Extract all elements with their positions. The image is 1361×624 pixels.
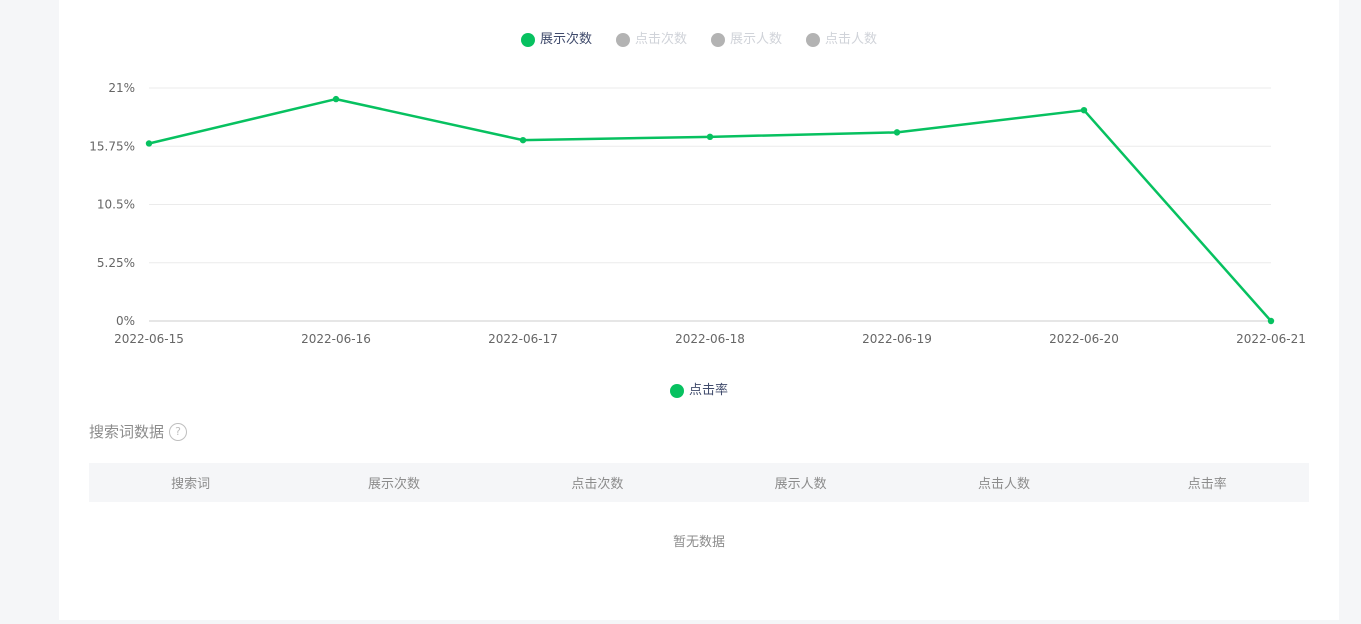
x-tick-label: 2022-06-18 bbox=[675, 332, 745, 346]
table-header: 搜索词 展示次数 点击次数 展示人数 点击人数 点击率 bbox=[89, 463, 1309, 502]
data-point bbox=[706, 133, 714, 141]
data-point bbox=[1267, 317, 1275, 325]
x-tick-label: 2022-06-19 bbox=[862, 332, 932, 346]
y-tick-label: 21% bbox=[108, 81, 135, 95]
x-tick-label: 2022-06-15 bbox=[114, 332, 184, 346]
y-tick-label: 5.25% bbox=[97, 256, 135, 270]
line-chart: 0% 5.25% 10.5% 15.75% 21% 2022-06-15 2022-06-1… bbox=[89, 81, 1306, 346]
x-tick-label: 2022-06-21 bbox=[1236, 332, 1306, 346]
legend-label: 点击率 bbox=[688, 383, 728, 398]
column-header: 点击率 bbox=[1187, 477, 1227, 492]
column-header: 点击人数 bbox=[977, 477, 1030, 492]
empty-state: 暂无数据 bbox=[672, 534, 725, 550]
x-tick-label: 2022-06-17 bbox=[488, 332, 558, 346]
series-line bbox=[148, 97, 1272, 322]
column-header: 搜索词 bbox=[171, 477, 211, 492]
chart-legend-bottom: 点击率 bbox=[59, 382, 1339, 400]
data-point bbox=[145, 140, 153, 147]
data-point bbox=[1080, 106, 1088, 114]
section-title: 搜索词数据 ? bbox=[89, 421, 188, 442]
section-title-text: 搜索词数据 bbox=[89, 423, 165, 441]
y-tick-label: 10.5% bbox=[97, 198, 135, 212]
search-terms-table: 搜索词 展示次数 点击次数 展示人数 点击人数 点击率 暂无数据 bbox=[89, 463, 1309, 578]
data-point bbox=[893, 129, 901, 136]
legend-dot-icon bbox=[669, 384, 684, 398]
x-tick-label: 2022-06-16 bbox=[301, 332, 371, 346]
column-header: 展示人数 bbox=[774, 477, 827, 492]
column-header: 点击次数 bbox=[571, 477, 624, 492]
data-point bbox=[332, 95, 340, 103]
column-header: 展示次数 bbox=[367, 477, 420, 492]
y-tick-label: 15.75% bbox=[89, 139, 135, 153]
legend-item-ctr[interactable]: 点击率 bbox=[669, 382, 728, 400]
stats-card: 展示次数 点击次数 展示人数 点击人数 0% 5.25% 10.5% 15.75% 21% 20… bbox=[59, 0, 1339, 620]
data-point bbox=[519, 136, 527, 144]
help-icon[interactable]: ? bbox=[169, 422, 188, 441]
y-tick-label: 0% bbox=[116, 314, 135, 328]
x-tick-label: 2022-06-20 bbox=[1049, 332, 1119, 346]
